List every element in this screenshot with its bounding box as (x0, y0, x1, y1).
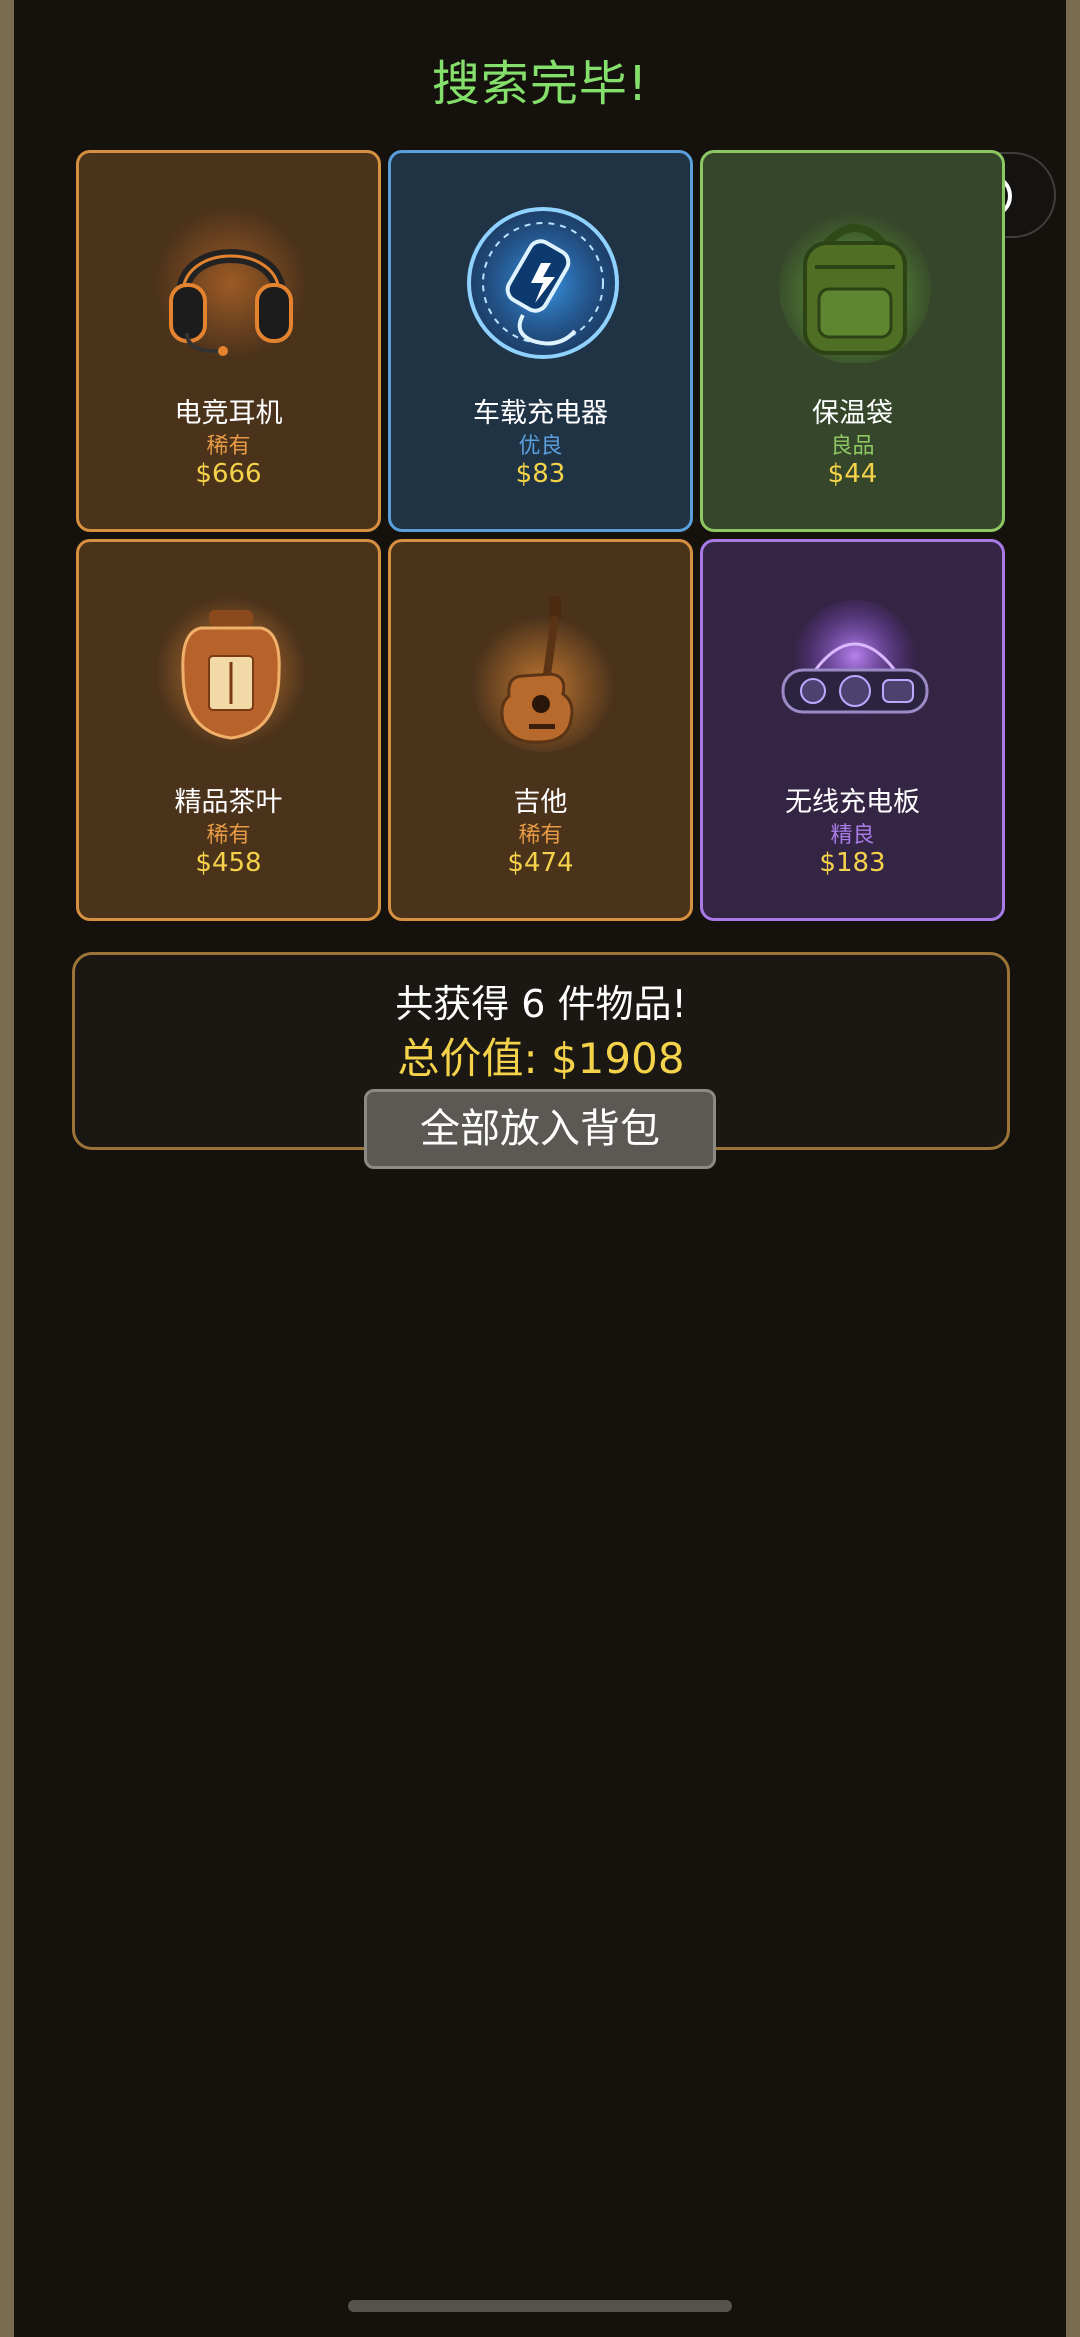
item-rarity: 稀有 (206, 434, 251, 459)
item-card-tea[interactable]: 精品茶叶 稀有 $458 (76, 539, 381, 921)
item-rarity: 稀有 (206, 823, 251, 848)
item-rarity: 优良 (518, 434, 563, 459)
item-price: $666 (195, 459, 262, 489)
item-card-car-charger[interactable]: 车载充电器 优良 $83 (388, 150, 693, 532)
item-name: 电竞耳机 (174, 398, 283, 429)
item-name: 无线充电板 (785, 787, 920, 818)
item-price: $183 (819, 848, 886, 878)
item-price: $83 (515, 459, 566, 489)
page-title: 搜索完毕! (431, 56, 649, 112)
item-name: 车载充电器 (473, 398, 608, 429)
item-price: $458 (195, 848, 262, 878)
wireless-charging-pad-icon (781, 600, 929, 724)
item-price: $474 (507, 848, 574, 878)
item-card-guitar[interactable]: 吉他 稀有 $474 (388, 539, 693, 921)
item-name: 保温袋 (812, 398, 893, 429)
item-rarity: 精良 (830, 823, 875, 848)
insulated-bag-icon (779, 212, 931, 363)
game-screen: 搜索完毕! 电竞耳机 稀有 $666 车载充电器 优良 $83 保温袋 良品 $… (14, 0, 1066, 2337)
item-name: 吉他 (513, 787, 568, 818)
item-card-insulated-bag[interactable]: 保温袋 良品 $44 (700, 150, 1005, 532)
home-indicator[interactable] (348, 2300, 732, 2312)
total-value-text: 总价值: $1908 (397, 1034, 685, 1083)
store-all-button[interactable]: 全部放入背包 (364, 1089, 716, 1169)
tea-jar-icon (155, 596, 307, 748)
item-count-text: 共获得 6 件物品! (395, 982, 687, 1026)
item-card-headset[interactable]: 电竞耳机 稀有 $666 (76, 150, 381, 532)
car-charger-icon (467, 207, 619, 359)
item-rarity: 稀有 (518, 823, 563, 848)
guitar-icon (471, 596, 615, 752)
item-name: 精品茶叶 (174, 787, 283, 818)
item-card-wireless-pad[interactable]: 无线充电板 精良 $183 (700, 539, 1005, 921)
gaming-headset-icon (155, 207, 307, 359)
item-price: $44 (827, 459, 878, 489)
item-rarity: 良品 (830, 434, 875, 459)
